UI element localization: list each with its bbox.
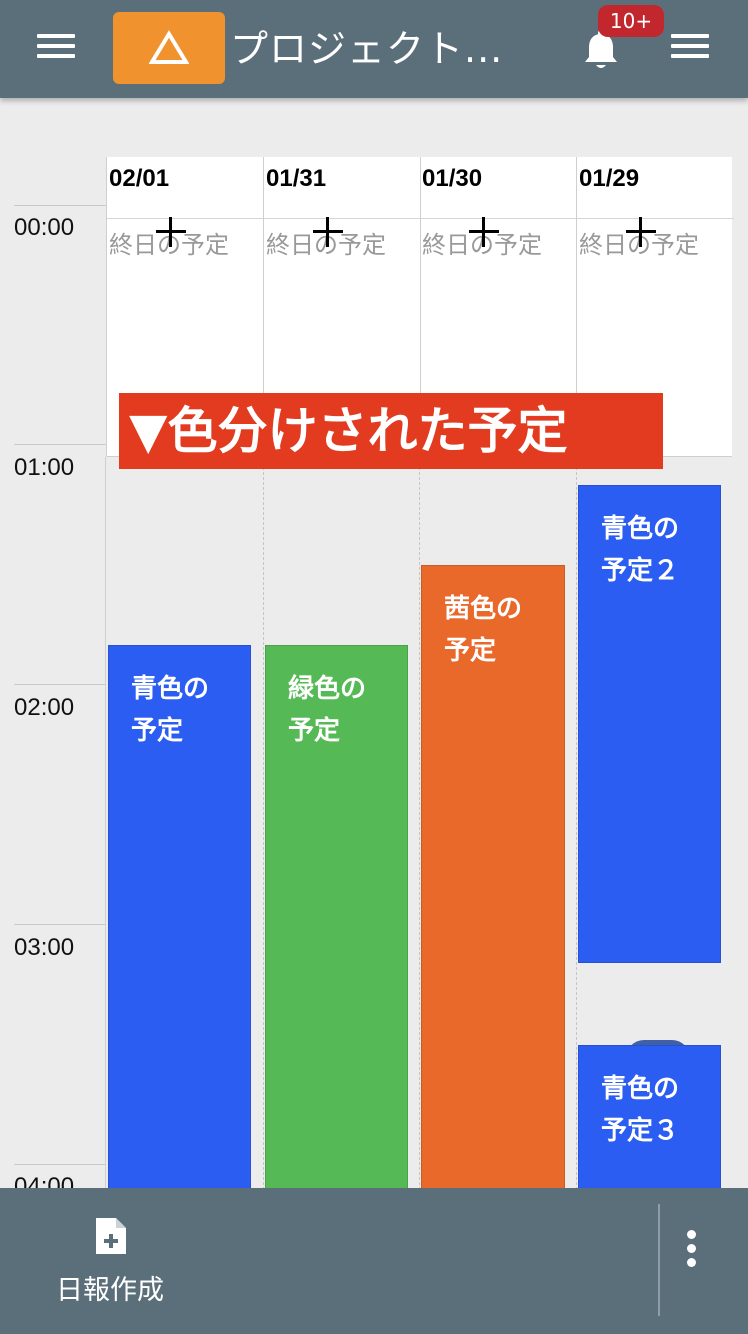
event-title-line: 予定 — [131, 716, 184, 746]
time-label: 00:00 — [14, 214, 75, 241]
hour-line — [14, 444, 106, 445]
column-divider — [576, 457, 577, 1190]
event-title-line: 予定 — [444, 636, 497, 666]
notification-badge: 10+ — [598, 5, 664, 37]
event-title-line: 予定２ — [601, 556, 680, 586]
date-label: 01/31 — [266, 165, 327, 192]
more-vertical-icon[interactable] — [686, 1230, 698, 1270]
menu-icon[interactable] — [37, 30, 75, 60]
event-title-line: 緑色の — [288, 674, 367, 704]
event-title-line: 予定 — [288, 716, 341, 746]
grid-border — [105, 457, 106, 1190]
options-menu-icon[interactable] — [671, 30, 709, 60]
page-title: プロジェクト... — [230, 27, 504, 71]
hour-line — [14, 924, 106, 925]
event-title-line: 青色の — [601, 1074, 680, 1104]
document-add-icon[interactable] — [94, 1216, 128, 1256]
add-event-icon[interactable] — [469, 217, 499, 247]
event-green[interactable]: 緑色の 予定 — [265, 645, 408, 1205]
annotation-caption: ▼色分けされた予定 — [119, 393, 663, 469]
hour-line — [14, 205, 106, 206]
date-label: 02/01 — [109, 165, 170, 192]
date-label: 01/30 — [422, 165, 483, 192]
column-divider — [263, 457, 264, 1190]
time-label: 01:00 — [14, 454, 75, 481]
triangle-logo-icon — [149, 30, 189, 64]
divider — [658, 1204, 660, 1316]
app-logo[interactable] — [113, 12, 225, 84]
app-header: プロジェクト... 10+ — [0, 0, 748, 98]
hour-line — [14, 684, 106, 685]
event-blue[interactable]: 青色の 予定 — [108, 645, 251, 1205]
bottom-toolbar: 日報作成 — [0, 1188, 748, 1334]
date-label: 01/29 — [579, 165, 640, 192]
event-blue-2[interactable]: 青色の 予定２ — [578, 485, 721, 963]
event-title-line: 青色の — [601, 514, 680, 544]
event-title-line: 青色の — [131, 674, 210, 704]
hour-line — [14, 1164, 106, 1165]
event-blue-3[interactable]: 青色の 予定３ — [578, 1045, 721, 1205]
event-title-line: 予定３ — [601, 1116, 680, 1146]
add-event-icon[interactable] — [626, 217, 656, 247]
add-event-icon[interactable] — [156, 217, 186, 247]
time-label: 02:00 — [14, 694, 75, 721]
add-event-icon[interactable] — [313, 217, 343, 247]
time-label: 03:00 — [14, 934, 75, 961]
daily-report-button[interactable]: 日報作成 — [56, 1268, 164, 1307]
event-title-line: 茜色の — [444, 594, 523, 624]
column-divider — [419, 457, 420, 1190]
event-orange[interactable]: 茜色の 予定 — [421, 565, 565, 1205]
